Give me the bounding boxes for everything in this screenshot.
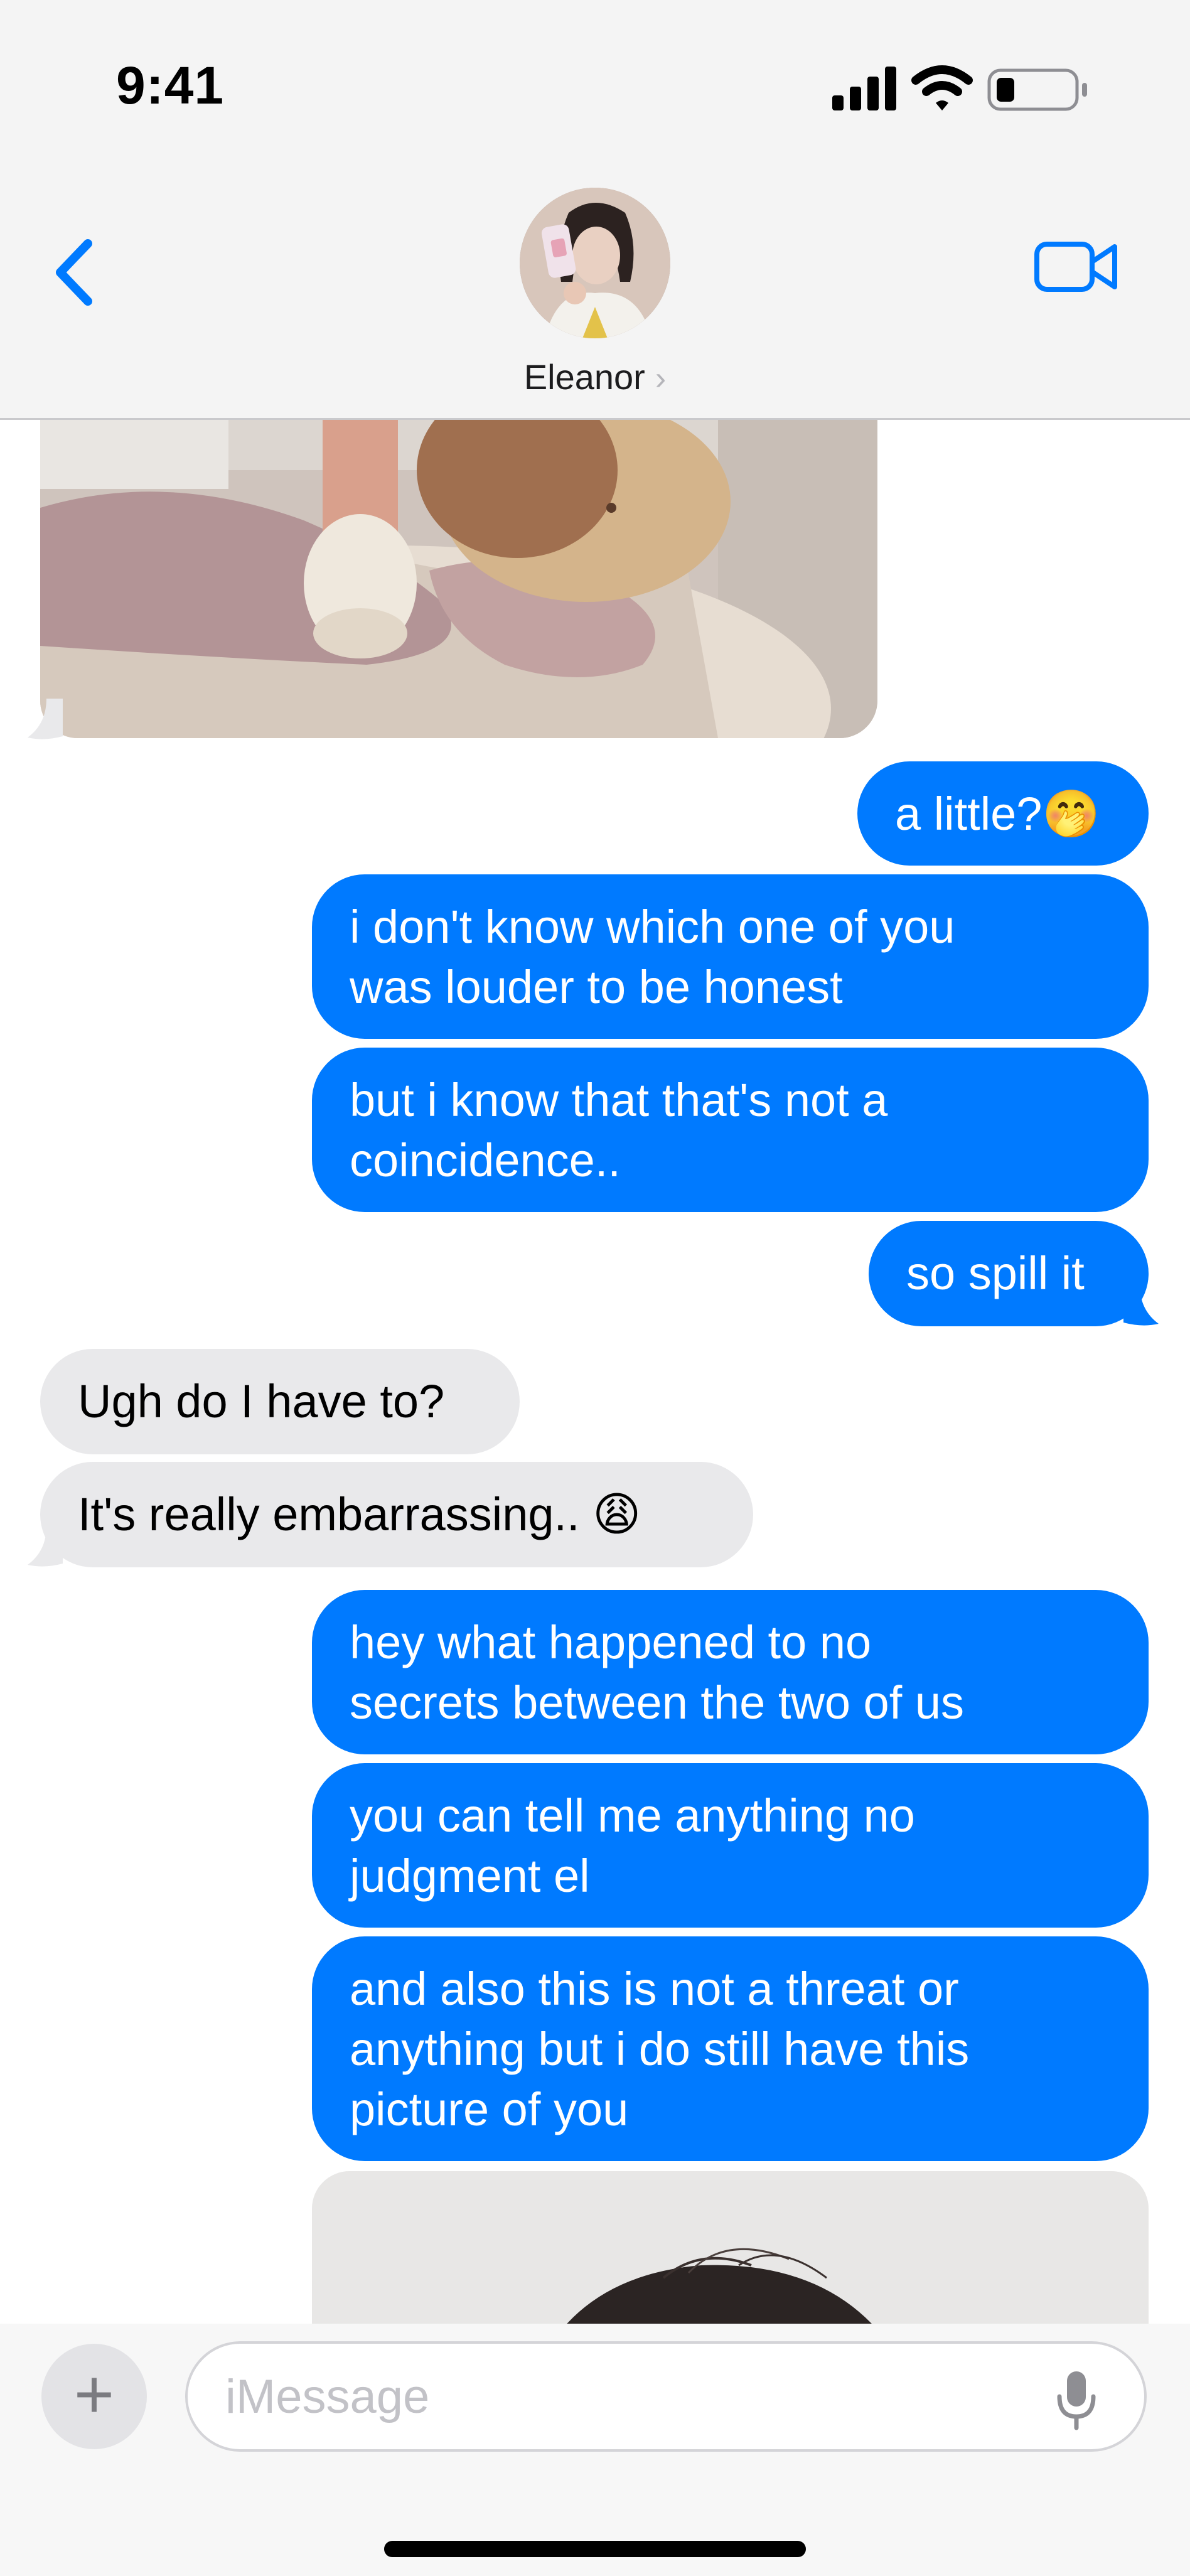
bubble-tail	[28, 699, 63, 739]
contact-name: Eleanor	[523, 357, 645, 397]
facetime-video-button[interactable]	[1033, 235, 1121, 298]
cellular-signal-icon	[832, 67, 896, 110]
sent-message[interactable]: i don't know which one of you was louder…	[312, 874, 1149, 1039]
message-list[interactable]: a little?🤭 i don't know which one of you…	[0, 420, 1190, 2324]
chevron-left-icon	[56, 239, 92, 306]
bubble-tail	[1123, 1285, 1159, 1326]
back-button[interactable]	[44, 226, 100, 314]
message-composer: +	[0, 2324, 1190, 2576]
plus-button[interactable]: +	[41, 2344, 147, 2449]
video-camera-icon	[1034, 242, 1117, 292]
battery-icon	[987, 68, 1087, 111]
received-photo[interactable]	[40, 420, 877, 738]
conversation-header: Eleanor ›	[0, 176, 1190, 420]
contact-name-button[interactable]: Eleanor ›	[0, 357, 1190, 397]
sent-message[interactable]: and also this is not a threat or anythin…	[312, 1936, 1149, 2161]
contact-avatar[interactable]	[520, 188, 670, 338]
received-message[interactable]: Ugh do I have to?	[40, 1349, 520, 1454]
status-time: 9:41	[116, 56, 225, 115]
home-indicator[interactable]	[384, 2541, 806, 2557]
wifi-icon	[911, 65, 973, 110]
sent-message[interactable]: hey what happened to no secrets between …	[312, 1590, 1149, 1754]
status-bar: 9:41	[0, 0, 1190, 176]
bubble-tail	[28, 1526, 63, 1567]
received-message[interactable]: It's really embarrassing.. 😩	[40, 1462, 753, 1567]
sent-message[interactable]: so spill it	[869, 1221, 1149, 1326]
sent-message[interactable]: you can tell me anything no judgment el	[312, 1763, 1149, 1928]
microphone-icon[interactable]	[1054, 2369, 1098, 2432]
status-icons	[832, 63, 1096, 113]
message-input[interactable]	[185, 2341, 1147, 2452]
sent-photo[interactable]	[312, 2171, 1149, 2324]
sent-message[interactable]: but i know that that's not a coincidence…	[312, 1048, 1149, 1212]
sent-message[interactable]: a little?🤭	[857, 761, 1149, 866]
chevron-right-icon: ›	[655, 360, 667, 397]
